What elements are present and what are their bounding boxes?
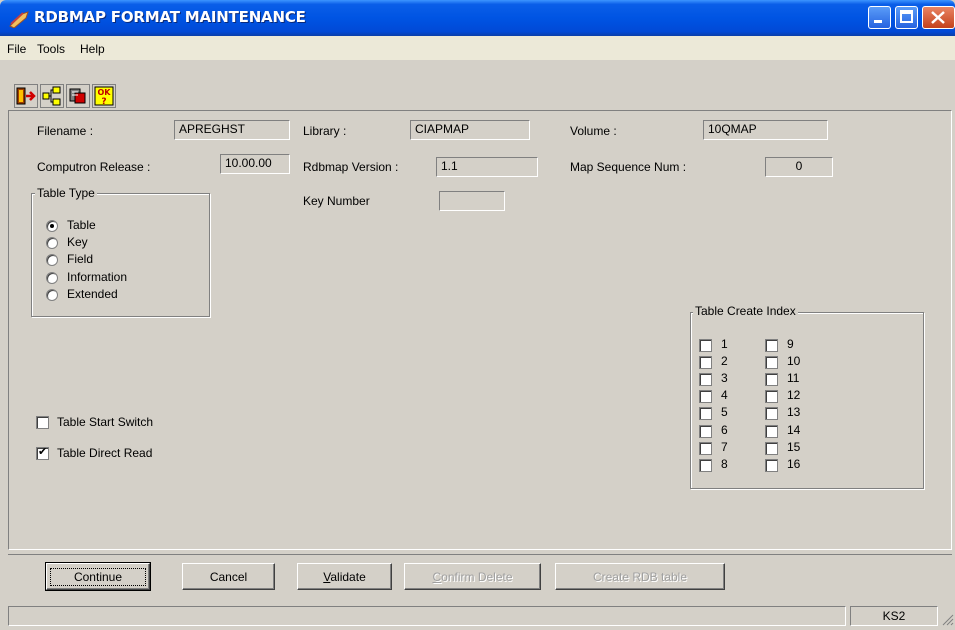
- index-checkbox[interactable]: [765, 373, 778, 386]
- volume-field: 10QMAP: [703, 120, 828, 140]
- filename-field: APREGHST: [174, 120, 290, 140]
- volume-label: Volume :: [570, 124, 617, 138]
- menu-tools[interactable]: Tools: [37, 42, 65, 56]
- svg-text:OK: OK: [98, 88, 112, 97]
- index-checkbox-label[interactable]: 7: [721, 440, 728, 454]
- index-checkbox[interactable]: [765, 442, 778, 455]
- index-checkbox-label[interactable]: 3: [721, 371, 728, 385]
- index-checkbox-label[interactable]: 6: [721, 423, 728, 437]
- radio-key[interactable]: [46, 237, 58, 249]
- cancel-button[interactable]: Cancel: [182, 563, 275, 590]
- radio-information[interactable]: [46, 272, 58, 284]
- index-checkbox[interactable]: [699, 425, 712, 438]
- menu-file[interactable]: File: [7, 42, 26, 56]
- index-checkbox[interactable]: [699, 442, 712, 455]
- key-number-field: [439, 191, 505, 211]
- radio-extended-label[interactable]: Extended: [67, 287, 118, 301]
- radio-table-label[interactable]: Table: [67, 218, 96, 232]
- radio-table[interactable]: [46, 220, 58, 232]
- library-label: Library :: [303, 124, 347, 138]
- computron-release-label: Computron Release :: [37, 160, 151, 174]
- cancel-button-label: Cancel: [209, 569, 248, 584]
- library-field: CIAPMAP: [410, 120, 530, 140]
- exit-icon[interactable]: [14, 84, 38, 108]
- index-checkbox[interactable]: [699, 459, 712, 472]
- radio-key-label[interactable]: Key: [67, 235, 88, 249]
- key-number-label: Key Number: [303, 194, 370, 208]
- rdbmap-version-field: 1.1: [436, 157, 538, 177]
- index-checkbox[interactable]: [699, 373, 712, 386]
- confirm-delete-button[interactable]: Confirm Delete: [404, 563, 541, 590]
- svg-text:?: ?: [101, 97, 106, 107]
- table-start-switch-label[interactable]: Table Start Switch: [57, 415, 153, 429]
- create-rdb-table-button-label: Create RDB table: [592, 569, 688, 584]
- computron-release-field: 10.00.00: [220, 154, 290, 174]
- rdbmap-version-label: Rdbmap Version :: [303, 160, 399, 174]
- status-pane-main: [8, 606, 846, 626]
- app-icon: [8, 10, 30, 29]
- menu-help[interactable]: Help: [80, 42, 105, 56]
- index-checkbox-label[interactable]: 2: [721, 354, 728, 368]
- index-checkbox-label[interactable]: 15: [787, 440, 800, 454]
- index-checkbox[interactable]: [765, 339, 778, 352]
- index-checkbox[interactable]: [699, 390, 712, 403]
- index-checkbox-label[interactable]: 12: [787, 388, 800, 402]
- table-type-legend: Table Type: [35, 186, 97, 200]
- tree-icon[interactable]: [40, 84, 64, 108]
- index-checkbox[interactable]: [699, 356, 712, 369]
- validate-button[interactable]: Validate: [297, 563, 392, 590]
- table-direct-read-checkbox[interactable]: [36, 445, 49, 460]
- index-checkbox-label[interactable]: 10: [787, 354, 800, 368]
- index-checkbox[interactable]: [699, 407, 712, 420]
- minimize-button[interactable]: [868, 6, 891, 29]
- map-sequence-num-field: 0: [765, 157, 833, 177]
- resize-grip-icon[interactable]: [940, 612, 954, 626]
- validate-button-label: Validate: [323, 569, 366, 584]
- confirm-delete-button-label: Confirm Delete: [432, 569, 513, 584]
- map-sequence-num-label: Map Sequence Num :: [570, 160, 687, 174]
- index-checkbox-label[interactable]: 16: [787, 457, 800, 471]
- ok-help-icon[interactable]: OK ?: [92, 84, 116, 108]
- index-checkbox-label[interactable]: 4: [721, 388, 728, 402]
- index-checkbox-label[interactable]: 13: [787, 405, 800, 419]
- window-title: RDBMAP FORMAT MAINTENANCE: [34, 8, 306, 26]
- index-checkbox[interactable]: [765, 459, 778, 472]
- tools-icon[interactable]: [66, 84, 90, 108]
- table-start-switch-checkbox[interactable]: [36, 416, 49, 429]
- filename-label: Filename :: [37, 124, 94, 138]
- menu-bar: [0, 36, 955, 60]
- index-checkbox-label[interactable]: 5: [721, 405, 728, 419]
- create-rdb-table-button[interactable]: Create RDB table: [555, 563, 725, 590]
- table-type-group: [31, 193, 210, 317]
- index-checkbox-label[interactable]: 11: [787, 371, 799, 385]
- index-checkbox-label[interactable]: 8: [721, 457, 728, 471]
- status-pane-user: KS2: [850, 606, 938, 626]
- radio-information-label[interactable]: Information: [67, 270, 127, 284]
- index-checkbox[interactable]: [765, 390, 778, 403]
- close-button[interactable]: [922, 6, 955, 29]
- index-checkbox-label[interactable]: 1: [721, 337, 728, 351]
- maximize-button[interactable]: [895, 6, 918, 29]
- index-checkbox[interactable]: [765, 407, 778, 420]
- index-checkbox-label[interactable]: 9: [787, 337, 794, 351]
- index-checkbox[interactable]: [765, 356, 778, 369]
- toolbar: [0, 60, 955, 112]
- radio-field[interactable]: [46, 254, 58, 266]
- continue-button[interactable]: Continue: [45, 562, 151, 591]
- radio-extended[interactable]: [46, 289, 58, 301]
- table-direct-read-label[interactable]: Table Direct Read: [57, 446, 152, 460]
- table-create-index-legend: Table Create Index: [693, 304, 798, 318]
- index-checkbox[interactable]: [765, 425, 778, 438]
- index-checkbox[interactable]: [699, 339, 712, 352]
- radio-field-label[interactable]: Field: [67, 252, 93, 266]
- index-checkbox-label[interactable]: 14: [787, 423, 800, 437]
- continue-button-label: Continue: [73, 569, 123, 584]
